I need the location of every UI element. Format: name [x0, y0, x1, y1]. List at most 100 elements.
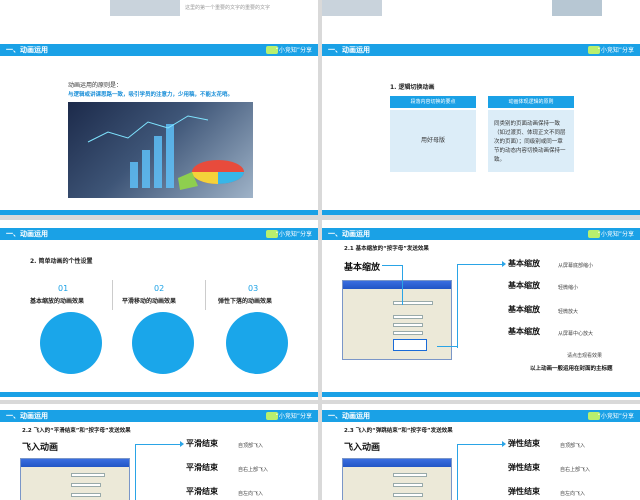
slide-2: 一、动画运用 “小竞知”分享 1. 逻辑切换动画 段落内容切换的要点 用好母版 …	[322, 0, 640, 215]
header-tag: “小竞知”分享	[275, 413, 312, 420]
dialog-title-bar	[343, 459, 451, 467]
header-title: 一、动画运用	[328, 230, 370, 238]
right-head-text: 动画体现逻辑的原则	[508, 99, 554, 105]
slide-1: 这里的第一个重要的文字的重要的文字 一、动画运用 “小竞知”分享 动画运用的原则…	[0, 0, 318, 215]
header-tag: “小竞知”分享	[275, 47, 312, 54]
slide-6: 一、动画运用 “小竞知”分享 2.3 飞入的“弹跳结束”和“按字母”发送效果 飞…	[322, 404, 640, 500]
connector-down	[402, 265, 403, 305]
slide-footer	[0, 392, 318, 397]
slide-4: 一、动画运用 “小竞知”分享 2.1 基本缩放的“按字母”发送效果 基本缩放 基…	[322, 220, 640, 400]
animation-dialog[interactable]	[20, 458, 130, 500]
right-body-text: 同类别的页面动画保持一致（如过渡页、体现正文不同层次的页面）；同级别或同一章节的…	[494, 121, 566, 163]
connector-branch-1	[135, 444, 181, 445]
item-label-2: 平滑移动的动画效果	[122, 298, 177, 305]
section-title: 2.1 基本缩放的“按字母”发送效果	[344, 246, 429, 252]
slide-header: 一、动画运用 “小竞知”分享	[0, 410, 318, 422]
slide-footer	[0, 210, 318, 215]
dialog-field-3[interactable]	[393, 493, 423, 497]
left-column-body: 用好母版	[390, 110, 476, 172]
slide-footer	[322, 392, 640, 397]
dialog-field-3[interactable]	[393, 323, 423, 327]
row-label-4[interactable]: 基本缩放	[508, 326, 540, 337]
connector-branch-1	[457, 264, 503, 265]
row-note-2: 自右上部飞入	[238, 467, 269, 473]
left-head-text: 段落内容切换的要点	[410, 99, 456, 105]
main-label: 飞入动画	[344, 443, 381, 453]
slide-5: 一、动画运用 “小竞知”分享 2.2 飞入的“平滑结束”和“按字母”发送效果 飞…	[0, 404, 318, 500]
row-label-2[interactable]: 平滑结束	[186, 462, 218, 473]
dialog-field-4[interactable]	[393, 331, 423, 335]
slide-header: 一、动画运用 “小竞知”分享	[322, 228, 640, 240]
row-label-1[interactable]: 弹性结束	[508, 438, 540, 449]
item-circle-3[interactable]	[226, 312, 288, 374]
arrow-1	[502, 261, 506, 267]
connector-right	[437, 346, 457, 347]
dialog-field-1[interactable]	[393, 301, 433, 305]
dialog-title-bar	[21, 459, 129, 467]
item-divider-1	[112, 280, 113, 310]
row-label-2[interactable]: 弹性结束	[508, 462, 540, 473]
item-circle-1[interactable]	[40, 312, 102, 374]
item-circle-2[interactable]	[132, 312, 194, 374]
left-column-head: 段落内容切换的要点	[390, 96, 476, 108]
slide-footer	[322, 210, 640, 215]
left-body-text: 用好母版	[420, 137, 445, 144]
header-tag: “小竞知”分享	[597, 47, 634, 54]
item-num-2: 02	[154, 284, 165, 293]
dialog-field-1[interactable]	[393, 473, 427, 477]
connector-trunk	[457, 264, 458, 348]
item-num-3: 03	[248, 284, 259, 293]
dialog-field-2[interactable]	[393, 315, 423, 319]
dialog-field-1[interactable]	[71, 473, 105, 477]
animation-dialog[interactable]	[342, 280, 452, 360]
top-photo-strip-2	[552, 0, 602, 16]
row-label-1[interactable]: 基本缩放	[508, 258, 540, 269]
row-note-4: 从屏幕中心放大	[558, 331, 594, 337]
row-note-3: 自左向飞入	[238, 491, 264, 497]
slide-3: 一、动画运用 “小竞知”分享 2. 简单动画的个性设置 01 基本缩放的动画效果…	[0, 220, 318, 400]
animation-dialog[interactable]	[342, 458, 452, 500]
row-note-2: 自右上部飞入	[560, 467, 591, 473]
section-title: 2. 简单动画的个性设置	[30, 258, 93, 265]
row-note-2: 轻微缩小	[558, 285, 579, 291]
row-label-2[interactable]: 基本缩放	[508, 280, 540, 291]
dialog-field-2[interactable]	[393, 483, 423, 487]
item-label-3: 弹性下落的动画效果	[218, 298, 273, 305]
row-label-3[interactable]: 弹性结束	[508, 486, 540, 497]
section-title: 2.3 飞入的“弹跳结束”和“按字母”发送效果	[344, 428, 453, 434]
section-title: 1. 逻辑切换动画	[390, 84, 435, 91]
main-label: 基本缩放	[344, 263, 381, 273]
connector-trunk	[135, 444, 136, 500]
header-tag: “小竞知”分享	[275, 231, 312, 238]
main-label: 飞入动画	[22, 443, 59, 453]
header-title: 一、动画运用	[328, 46, 370, 54]
dialog-field-2[interactable]	[71, 483, 101, 487]
row-note-1: 自顶部飞入	[560, 443, 586, 449]
top-photo-strip	[110, 0, 180, 16]
arrow-1	[180, 441, 184, 447]
arrow-1	[502, 441, 506, 447]
principle-heading: 动画运用的原则是：	[68, 82, 123, 89]
principle-sub: 与逻辑或讲课思路一致，吸引学员的注意力，少用稿，不能太花哨。	[68, 92, 234, 98]
header-title: 一、动画运用	[6, 46, 48, 54]
bar-chart-illustration	[87, 115, 244, 190]
row-label-3[interactable]: 平滑结束	[186, 486, 218, 497]
header-title: 一、动画运用	[6, 230, 48, 238]
section-title: 2.2 飞入的“平滑结束”和“按字母”发送效果	[22, 428, 131, 434]
row-note-3: 轻微放大	[558, 309, 579, 315]
right-column-head: 动画体现逻辑的原则	[488, 96, 574, 108]
item-num-1: 01	[58, 284, 69, 293]
connector-main	[382, 265, 402, 266]
row-label-1[interactable]: 平滑结束	[186, 438, 218, 449]
footer-note: 以上动画一般运用在封面的主标题	[530, 366, 613, 372]
dialog-dropdown[interactable]	[393, 339, 427, 351]
top-text: 这里的第一个重要的文字的重要的文字	[185, 5, 271, 11]
row-label-3[interactable]: 基本缩放	[508, 304, 540, 315]
header-title: 一、动画运用	[328, 412, 370, 420]
connector-branch-1	[457, 444, 503, 445]
top-photo-strip	[322, 0, 382, 16]
connector-trunk	[457, 444, 458, 500]
row-note-3: 自左向飞入	[560, 491, 586, 497]
header-tag: “小竞知”分享	[597, 413, 634, 420]
dialog-field-3[interactable]	[71, 493, 101, 497]
